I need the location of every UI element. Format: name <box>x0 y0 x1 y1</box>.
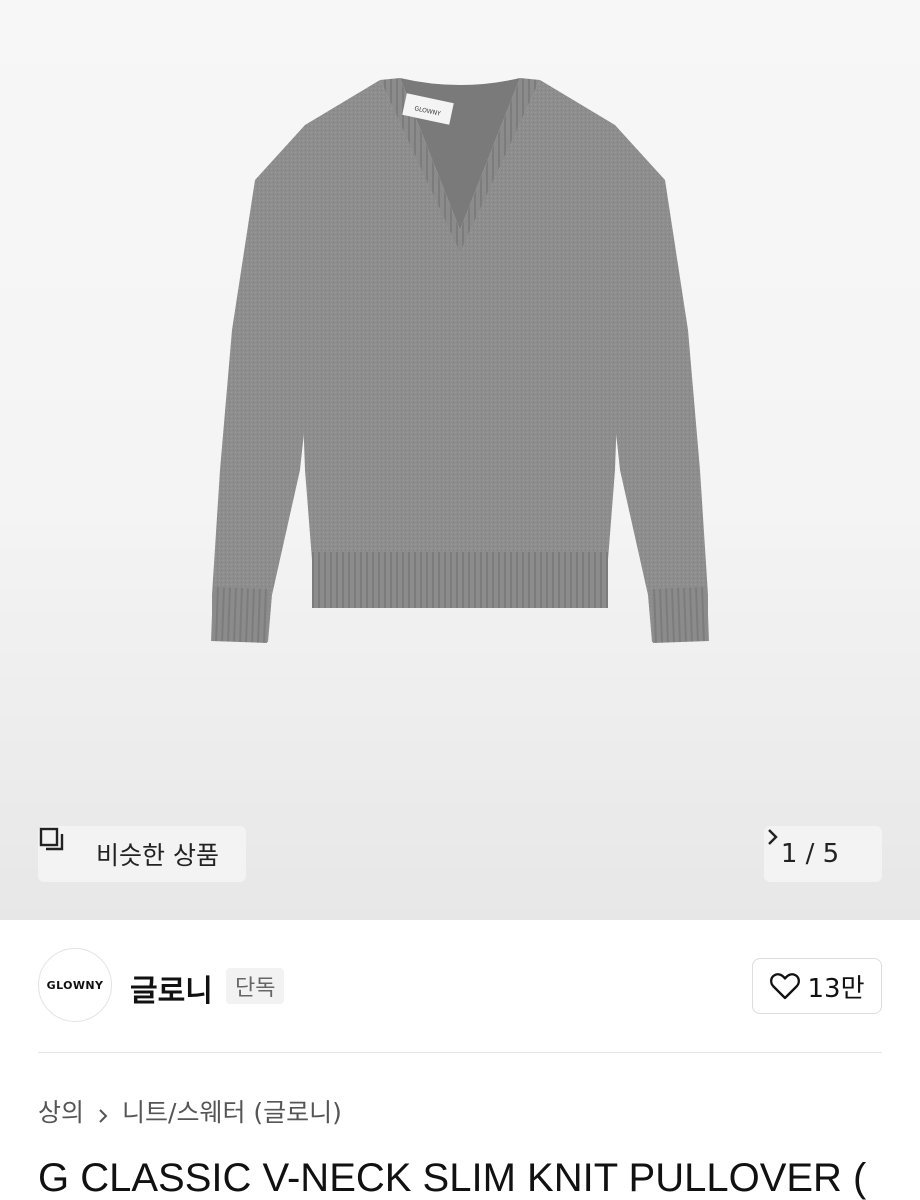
image-counter: 1 / 5 <box>780 839 840 869</box>
brand-logo[interactable]: GLOWNY <box>38 948 112 1022</box>
brand-row: GLOWNY 글로니 단독 13만 <box>38 948 882 1024</box>
breadcrumb-item-sub-category[interactable]: 니트/스웨터 (글로니) <box>122 1093 342 1129</box>
breadcrumb-item-top-category[interactable]: 상의 <box>38 1093 84 1129</box>
like-count: 13만 <box>807 973 865 1004</box>
divider <box>38 1052 882 1053</box>
product-image-gallery[interactable]: GLOWNY 비슷한 상품 1 / 5 <box>0 0 920 920</box>
chevron-right-icon <box>96 1102 110 1123</box>
chevron-right-icon <box>768 829 865 865</box>
similar-products-button[interactable]: 비슷한 상품 <box>38 826 246 882</box>
exclusive-badge: 단독 <box>226 968 285 1004</box>
brand-like-button[interactable]: 13만 <box>752 958 882 1014</box>
image-counter-button[interactable]: 1 / 5 <box>764 826 882 882</box>
product-title: G CLASSIC V-NECK SLIM KNIT PULLOVER ( <box>38 1156 867 1200</box>
brand-name[interactable]: 글로니 <box>130 966 213 1010</box>
similar-items-icon <box>39 827 84 868</box>
sweater-image: GLOWNY <box>211 78 709 643</box>
heart-icon <box>769 971 801 1001</box>
similar-products-label: 비슷한 상품 <box>96 841 219 870</box>
breadcrumb: 상의 니트/스웨터 (글로니) <box>38 1093 342 1129</box>
